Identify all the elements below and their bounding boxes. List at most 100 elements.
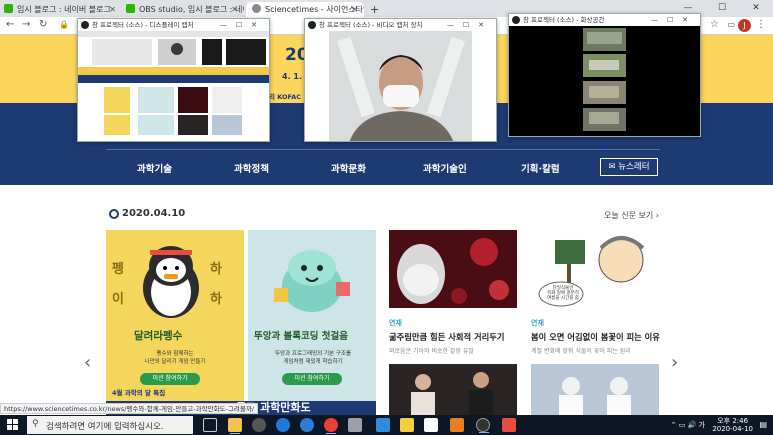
today-paper-link[interactable]: 오늘 신문 보기 › [604, 210, 659, 221]
card-desc: 펭수와 함께하는 나만의 달리기 게임 만들기 [144, 351, 206, 365]
date-dot-icon [109, 209, 119, 219]
cloud-app-icon[interactable] [348, 418, 362, 432]
window-titlebar[interactable]: 창 프로젝터 (소스) - 디스플레이 캡처 —☐✕ [78, 19, 269, 31]
windows-start-icon[interactable] [7, 419, 18, 430]
window-controls[interactable]: —☐✕ [447, 19, 493, 31]
window-titlebar[interactable]: 창 프로젝터 (소스) - 화상공간 —☐✕ [509, 14, 700, 26]
back-icon[interactable]: ← [6, 19, 14, 30]
obs-icon [512, 16, 520, 24]
close-window-button[interactable]: ✕ [739, 0, 773, 17]
network-icon[interactable]: ▭ [679, 421, 686, 429]
profile-avatar[interactable]: J [738, 19, 751, 32]
close-tab-icon[interactable]: ✕ [109, 2, 116, 17]
card-big-text: 하 [210, 292, 222, 307]
card-big-text: 이 [112, 292, 124, 307]
nav-column[interactable]: 기획·칼럼 [521, 161, 560, 175]
article-tag: 연재 [531, 319, 544, 327]
projector-window-video[interactable]: 창 프로젝터 (소스) - 비디오 캡처 장치 —☐✕ [304, 18, 497, 142]
projector-window-display[interactable]: 창 프로젝터 (소스) - 디스플레이 캡처 —☐✕ [77, 18, 270, 142]
tab-label: OBS studio, 임시 블로그 : 네이버 [139, 5, 244, 14]
projector-window-camera[interactable]: 창 프로젝터 (소스) - 화상공간 —☐✕ [508, 13, 701, 137]
obs-icon [81, 21, 89, 29]
article-image-space[interactable] [531, 364, 659, 415]
camera-feed-image [509, 26, 700, 136]
app-icon-z[interactable] [376, 418, 390, 432]
task-view-icon[interactable] [203, 418, 217, 432]
presentation-app-icon[interactable] [502, 418, 516, 432]
lock-icon[interactable]: 🔒 [59, 20, 69, 29]
bookmark-star-icon[interactable]: ☆ [710, 19, 719, 30]
window-controls[interactable]: —☐✕ [651, 14, 697, 26]
close-tab-icon[interactable]: ✕ [351, 2, 358, 17]
tab-obs-blog[interactable]: OBS studio, 임시 블로그 : 네이버✕ [126, 2, 244, 17]
article-title[interactable]: 굶주림만큼 힘든 사회적 거리두기 [389, 331, 505, 343]
clock-date: 2020-04-10 [712, 425, 753, 433]
nav-science-culture[interactable]: 과학문화 [331, 161, 366, 175]
article-image-virus[interactable] [389, 230, 517, 308]
close-tab-icon[interactable]: ✕ [231, 2, 238, 17]
tab-label: Sciencetimes - 사이언스타임즈 [265, 5, 364, 14]
sticky-notes-icon[interactable] [400, 418, 414, 432]
ie-icon[interactable] [276, 418, 290, 432]
article-subtitle: 계절 변화에 맞춰 식물의 꽃이 피는 원리 [531, 348, 631, 355]
volume-icon[interactable]: 🔊 [688, 421, 697, 429]
system-tray[interactable]: ⌃ ▭ 🔊 가 [671, 420, 705, 430]
mission-button[interactable]: 미션 참여하기 [282, 373, 342, 385]
series-label: 4월 과학의 달 특집 [112, 389, 166, 397]
webcam-image [329, 31, 472, 141]
virus-mask-image [389, 230, 517, 308]
maximize-button[interactable]: ☐ [705, 0, 739, 17]
tab-sciencetimes[interactable]: Sciencetimes - 사이언스타임즈✕ [246, 2, 364, 17]
chrome-icon[interactable] [324, 418, 338, 434]
window-title: 창 프로젝터 (소스) - 비디오 캡처 장치 [319, 21, 423, 29]
nav-divider [106, 149, 660, 150]
card-title: 달려라펭수 [134, 330, 183, 342]
nav-scientists[interactable]: 과학기술인 [423, 161, 467, 175]
article-title[interactable]: 봄이 오면 어김없이 봄꽃이 피는 이유 [531, 331, 660, 343]
article-image-cartoon[interactable]: 단일식물인 목화 일에 충분히 여름을 시간을 줌 [531, 230, 659, 308]
notification-icon[interactable]: ▤ [759, 420, 767, 429]
article-image-people[interactable] [389, 364, 517, 415]
nav-science-policy[interactable]: 과학정책 [234, 161, 269, 175]
newsletter-button[interactable]: ✉ 뉴스레터 [600, 158, 658, 176]
window-controls[interactable]: —☐✕ [220, 19, 266, 31]
obs-icon [308, 21, 316, 29]
card-desc: 뚜앙과 프로그래밍의 기본 구조를 게임처럼 재밌게 학습하기 [274, 351, 352, 365]
today-link-label: 오늘 신문 보기 [604, 211, 654, 220]
new-tab-button[interactable]: + [370, 2, 384, 17]
taskbar-clock[interactable]: 오후 2:46 2020-04-10 [712, 417, 753, 433]
menu-icon[interactable]: ⋮ [756, 19, 766, 30]
webcam-preview [329, 31, 472, 141]
carousel-prev-arrow[interactable]: ‹ [84, 352, 91, 373]
taskbar-search-input[interactable]: ⚲ 검색하려면 여기에 입력하십시오. [27, 416, 193, 434]
status-bar-url: https://www.sciencetimes.co.kr/news/펭수와-… [0, 403, 258, 414]
extension-icon[interactable]: ▭ [727, 20, 735, 29]
display-capture-image [78, 31, 269, 141]
media-app-icon[interactable] [450, 418, 464, 432]
edge-icon[interactable] [300, 418, 314, 432]
chevron-right-icon: › [655, 211, 659, 220]
settings-gear-icon[interactable] [252, 418, 266, 432]
article-tag: 연재 [389, 319, 402, 327]
feature-card-coding[interactable]: 뚜앙과 블록코딩 첫걸음 뚜앙과 프로그래밍의 기본 구조를 게임처럼 재밌게 … [248, 230, 376, 416]
window-title: 창 프로젝터 (소스) - 화상공간 [523, 16, 605, 24]
tab-naver-blog[interactable]: 임시 블로그 : 네이버 블로그 ✕ [4, 2, 122, 17]
ime-language[interactable]: 가 [699, 421, 705, 429]
mission-button[interactable]: 미션 참여하기 [140, 373, 200, 385]
carousel-next-arrow[interactable]: › [671, 352, 678, 373]
card-big-text: 펭 [112, 262, 124, 277]
tab-label: 임시 블로그 : 네이버 블로그 [17, 5, 111, 14]
window-title: 창 프로젝터 (소스) - 디스플레이 캡처 [92, 21, 194, 29]
mail-icon: ✉ [608, 162, 616, 172]
nav-science-tech[interactable]: 과학기술 [137, 161, 172, 175]
display-capture-preview [78, 31, 269, 141]
obs-taskbar-icon[interactable] [476, 418, 490, 433]
file-explorer-icon[interactable] [228, 418, 242, 434]
paint-app-icon[interactable] [424, 418, 438, 432]
chevron-up-icon[interactable]: ⌃ [671, 421, 677, 429]
window-titlebar[interactable]: 창 프로젝터 (소스) - 비디오 캡처 장치 —☐✕ [305, 19, 496, 31]
reload-icon[interactable]: ↻ [39, 19, 47, 30]
forward-icon[interactable]: → [22, 19, 30, 30]
cartoon-caption: 단일식물인 목화 일에 충분히 여름을 시간을 줌 [547, 286, 579, 301]
globe-icon [252, 4, 261, 13]
